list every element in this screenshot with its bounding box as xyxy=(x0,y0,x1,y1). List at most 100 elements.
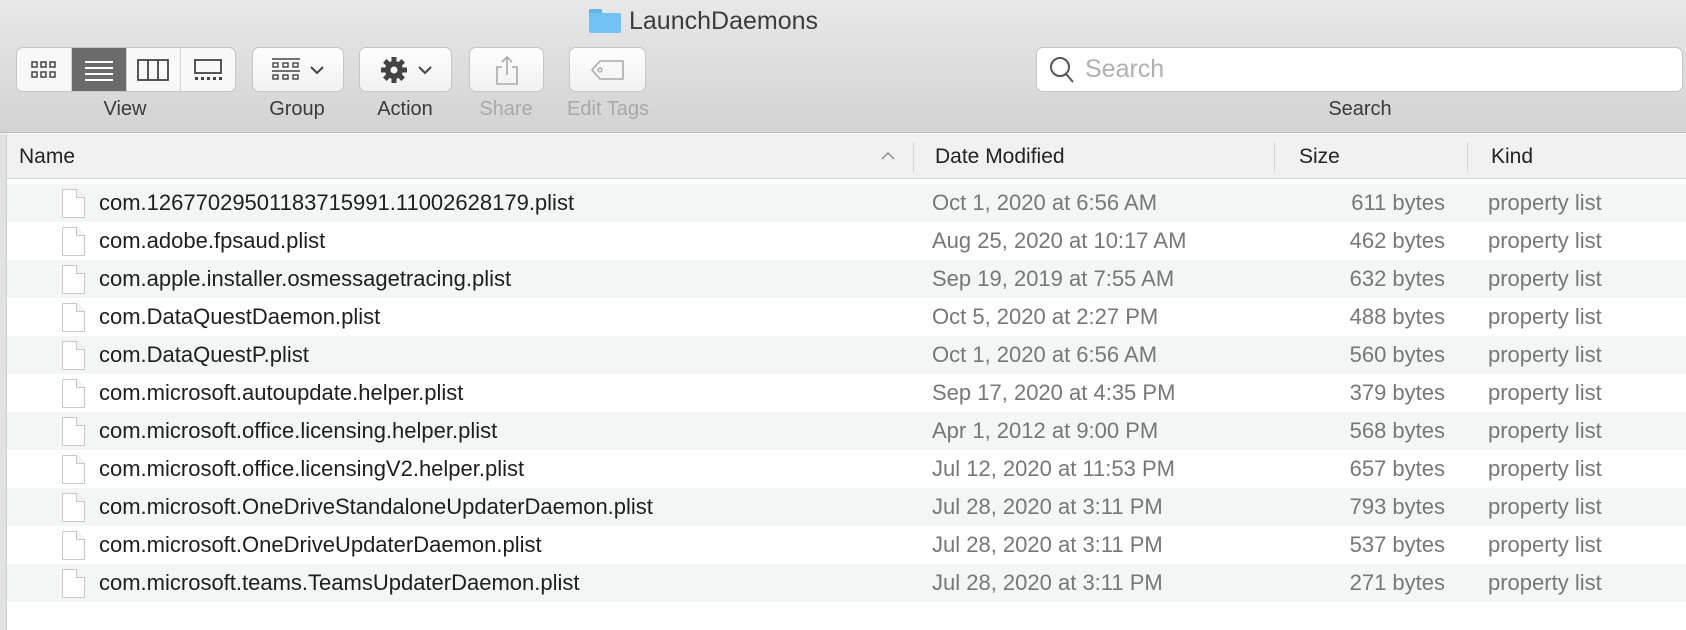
file-size: 271 bytes xyxy=(1349,570,1445,595)
window-title-text: LaunchDaemons xyxy=(629,6,819,35)
file-name: com.microsoft.office.licensing.helper.pl… xyxy=(99,418,498,443)
file-row[interactable]: com.DataQuestDaemon.plist Oct 5, 2020 at… xyxy=(7,298,1686,336)
file-name: com.microsoft.OneDriveStandaloneUpdaterD… xyxy=(99,494,653,519)
window-title: LaunchDaemons xyxy=(589,6,818,36)
icon-view-button[interactable] xyxy=(17,48,72,91)
file-row[interactable]: com.microsoft.office.licensingV2.helper.… xyxy=(7,450,1686,488)
gallery-view-button[interactable] xyxy=(181,48,235,91)
file-date: Oct 5, 2020 at 2:27 PM xyxy=(932,304,1159,329)
document-icon xyxy=(62,341,85,370)
sidebar-edge xyxy=(0,134,7,630)
file-size: 611 bytes xyxy=(1351,190,1445,215)
view-segmented-control xyxy=(16,47,236,92)
document-icon xyxy=(62,569,85,598)
file-kind: property list xyxy=(1488,380,1602,405)
group-button[interactable] xyxy=(252,47,344,92)
search-label: Search xyxy=(1328,98,1392,120)
file-date: Jul 12, 2020 at 11:53 PM xyxy=(932,456,1175,481)
document-icon xyxy=(62,189,85,218)
file-size: 560 bytes xyxy=(1349,342,1445,367)
file-kind: property list xyxy=(1488,418,1602,443)
file-row[interactable]: com.microsoft.office.licensing.helper.pl… xyxy=(7,412,1686,450)
document-icon xyxy=(62,493,85,522)
column-header-kind[interactable]: Kind xyxy=(1491,134,1533,179)
column-header-name[interactable]: Name xyxy=(19,134,919,179)
toolbar: LaunchDaemons View Group Action Share Ed… xyxy=(0,0,1686,133)
share-button[interactable] xyxy=(469,47,544,92)
file-date: Apr 1, 2012 at 9:00 PM xyxy=(932,418,1159,443)
file-date: Sep 19, 2019 at 7:55 AM xyxy=(932,266,1175,291)
file-date: Oct 1, 2020 at 6:56 AM xyxy=(932,342,1158,367)
file-row[interactable]: com.adobe.fpsaud.plist Aug 25, 2020 at 1… xyxy=(7,222,1686,260)
file-kind: property list xyxy=(1488,304,1602,329)
edit-tags-button[interactable] xyxy=(569,47,646,92)
share-label: Share xyxy=(479,98,533,120)
file-size: 568 bytes xyxy=(1349,418,1445,443)
edit-tags-label: Edit Tags xyxy=(567,98,649,120)
file-name: com.adobe.fpsaud.plist xyxy=(99,228,326,253)
file-name: com.DataQuestDaemon.plist xyxy=(99,304,381,329)
file-date: Jul 28, 2020 at 3:11 PM xyxy=(932,570,1163,595)
file-date: Aug 25, 2020 at 10:17 AM xyxy=(932,228,1187,253)
chevron-down-icon xyxy=(417,65,432,74)
column-divider[interactable] xyxy=(1274,142,1275,172)
sort-ascending-icon xyxy=(881,151,895,160)
file-row[interactable]: com.microsoft.autoupdate.helper.plist Se… xyxy=(7,374,1686,412)
file-row[interactable]: com.microsoft.teams.TeamsUpdaterDaemon.p… xyxy=(7,564,1686,602)
file-name: com.microsoft.office.licensingV2.helper.… xyxy=(99,456,525,481)
view-label: View xyxy=(103,98,147,120)
file-size: 537 bytes xyxy=(1349,532,1445,557)
file-date: Sep 17, 2020 at 4:35 PM xyxy=(932,380,1176,405)
action-label: Action xyxy=(377,98,433,120)
file-kind: property list xyxy=(1488,228,1602,253)
file-row[interactable]: com.microsoft.OneDriveUpdaterDaemon.plis… xyxy=(7,526,1686,564)
file-date: Jul 28, 2020 at 3:11 PM xyxy=(932,532,1163,557)
columns-icon xyxy=(137,58,170,81)
column-kind-label: Kind xyxy=(1491,144,1534,168)
tag-icon xyxy=(590,59,624,80)
file-name: com.microsoft.OneDriveUpdaterDaemon.plis… xyxy=(99,532,542,557)
file-row[interactable]: com.12677029501183715991.11002628179.pli… xyxy=(7,184,1686,222)
file-kind: property list xyxy=(1488,456,1602,481)
column-size-label: Size xyxy=(1299,144,1340,168)
column-name-label: Name xyxy=(19,144,76,168)
document-icon xyxy=(62,531,85,560)
column-view-button[interactable] xyxy=(127,48,182,91)
file-kind: property list xyxy=(1488,494,1602,519)
group-icon xyxy=(272,57,300,80)
file-row[interactable]: com.microsoft.OneDriveStandaloneUpdaterD… xyxy=(7,488,1686,526)
share-icon xyxy=(495,55,518,85)
column-header-date[interactable]: Date Modified xyxy=(935,134,1065,179)
list-view-button[interactable] xyxy=(71,48,127,91)
file-list: com.12677029501183715991.11002628179.pli… xyxy=(7,184,1686,602)
folder-icon xyxy=(589,9,621,33)
file-date: Oct 1, 2020 at 6:56 AM xyxy=(932,190,1158,215)
list-icon xyxy=(84,60,113,81)
document-icon xyxy=(62,417,85,446)
file-date: Jul 28, 2020 at 3:11 PM xyxy=(932,494,1163,519)
file-row[interactable]: com.apple.installer.osmessagetracing.pli… xyxy=(7,260,1686,298)
file-size: 379 bytes xyxy=(1349,380,1445,405)
group-label: Group xyxy=(269,98,325,120)
file-name: com.microsoft.autoupdate.helper.plist xyxy=(99,380,464,405)
document-icon xyxy=(62,379,85,408)
column-header: Name Date Modified Size Kind xyxy=(7,134,1686,179)
search-field[interactable] xyxy=(1036,47,1683,92)
column-divider[interactable] xyxy=(913,142,914,172)
file-row[interactable]: com.DataQuestP.plist Oct 1, 2020 at 6:56… xyxy=(7,336,1686,374)
file-name: com.apple.installer.osmessagetracing.pli… xyxy=(99,266,512,291)
file-kind: property list xyxy=(1488,532,1602,557)
column-header-size[interactable]: Size xyxy=(1299,134,1340,179)
action-button[interactable] xyxy=(359,47,452,92)
file-kind: property list xyxy=(1488,342,1602,367)
file-name: com.microsoft.teams.TeamsUpdaterDaemon.p… xyxy=(99,570,580,595)
gear-icon xyxy=(380,56,407,83)
column-divider[interactable] xyxy=(1467,142,1468,172)
document-icon xyxy=(62,455,85,484)
file-kind: property list xyxy=(1488,570,1602,595)
icon-grid-icon xyxy=(31,60,56,78)
file-kind: property list xyxy=(1488,190,1602,215)
search-input[interactable] xyxy=(1085,55,1665,84)
document-icon xyxy=(62,303,85,332)
search-icon xyxy=(1050,56,1074,83)
